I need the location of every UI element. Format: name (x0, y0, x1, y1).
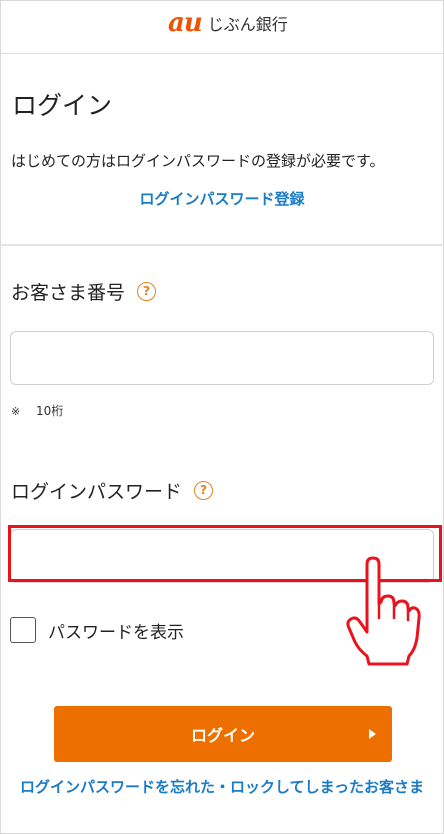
register-password-link[interactable]: ログインパスワード登録 (0, 188, 444, 209)
brand-mark: au (168, 8, 203, 38)
show-password-label: パスワードを表示 (48, 622, 184, 643)
customer-number-label-text: お客さま番号 (11, 282, 126, 304)
password-label-text: ログインパスワード (11, 481, 183, 503)
customer-number-note: ※ 10桁 (11, 402, 63, 419)
section-divider (0, 244, 444, 246)
note-mark: ※ (11, 405, 21, 418)
customer-number-input[interactable] (10, 331, 434, 385)
brand-name: じぶん銀行 (207, 15, 288, 34)
login-button[interactable]: ログイン (54, 706, 392, 762)
forgot-password-link[interactable]: ログインパスワードを忘れた・ロックしてしまったお客さま (12, 775, 432, 800)
pointing-hand-icon (346, 556, 421, 666)
page-title: ログイン (12, 91, 113, 120)
brand-logo: au じぶん銀行 (168, 9, 288, 37)
intro-text: はじめての方はログインパスワードの登録が必要です。 (11, 152, 385, 170)
help-icon[interactable]: ? (194, 481, 214, 500)
app-header: au じぶん銀行 (1, 1, 443, 54)
show-password-row[interactable]: パスワードを表示 (10, 617, 184, 643)
play-arrow-icon (369, 729, 376, 739)
customer-number-label: お客さま番号 ? (11, 278, 157, 305)
login-button-label: ログイン (190, 726, 255, 745)
show-password-checkbox[interactable] (10, 617, 36, 643)
note-text: 10桁 (36, 404, 64, 418)
help-icon[interactable]: ? (137, 282, 157, 301)
password-label: ログインパスワード ? (11, 477, 214, 504)
